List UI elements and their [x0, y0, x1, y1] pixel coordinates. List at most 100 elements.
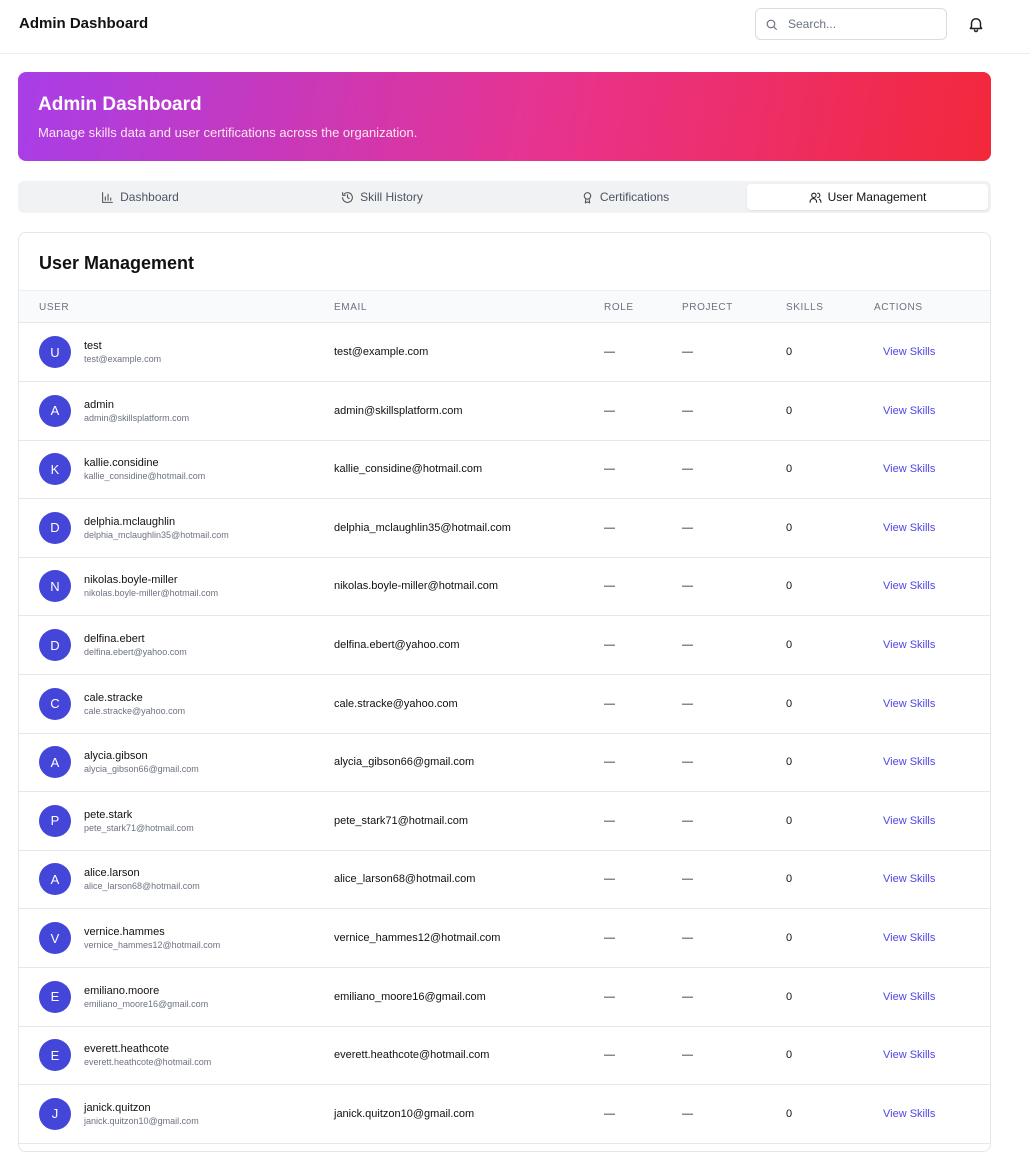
user-role: — — [604, 521, 615, 534]
view-skills-link[interactable]: View Skills — [883, 463, 935, 475]
user-sub-email: delfina.ebert@yahoo.com — [84, 647, 187, 657]
user-role: — — [604, 814, 615, 827]
user-name: delfina.ebert — [84, 633, 145, 645]
avatar: D — [39, 629, 71, 661]
user-sub-email: nikolas.boyle-miller@hotmail.com — [84, 588, 219, 599]
view-skills-link[interactable]: View Skills — [883, 1049, 935, 1061]
user-skills-count: 0 — [786, 404, 793, 417]
user-sub-email: test@example.com — [84, 354, 162, 364]
tab-dashboard[interactable]: Dashboard — [21, 184, 259, 210]
user-project: — — [682, 580, 693, 593]
user-name: nikolas.boyle-miller — [84, 574, 178, 587]
tab-label: Skill History — [360, 190, 423, 204]
avatar: A — [39, 394, 71, 427]
tab-certifications[interactable]: Certifications — [505, 184, 745, 210]
user-email: alycia_gibson66@gmail.com — [334, 756, 475, 769]
view-skills-link[interactable]: View Skills — [883, 815, 935, 827]
avatar: U — [39, 336, 71, 368]
avatar: J — [39, 1097, 71, 1130]
tab-label: Dashboard — [120, 190, 179, 204]
view-skills-link[interactable]: View Skills — [883, 698, 935, 710]
bar-chart-icon — [102, 191, 114, 203]
column-header-email: EMAIL — [334, 302, 368, 313]
user-sub-email: pete_stark71@hotmail.com — [84, 822, 194, 833]
user-sub-email: alice_larson68@hotmail.com — [84, 881, 200, 892]
user-role: — — [604, 990, 615, 1003]
user-role: — — [604, 404, 615, 417]
user-name: kallie.considine — [84, 457, 159, 470]
table-row: Kkallie.considine kallie_considine@hotmai… — [19, 440, 990, 500]
view-skills-link[interactable]: View Skills — [883, 405, 935, 417]
user-sub-email: kallie_considine@hotmail.com — [84, 471, 206, 482]
tab-skill-history[interactable]: Skill History — [262, 184, 502, 210]
user-name: alycia.gibson — [84, 750, 148, 763]
section-title: User Management — [39, 253, 195, 273]
user-role: — — [604, 1049, 615, 1062]
user-role: — — [604, 346, 615, 358]
view-skills-link[interactable]: View Skills — [883, 639, 935, 651]
user-skills-count: 0 — [786, 873, 793, 886]
search-input[interactable] — [788, 9, 938, 39]
view-skills-link[interactable]: View Skills — [883, 756, 935, 768]
user-sub-email: delphia_mclaughlin35@hotmail.com — [84, 529, 229, 540]
table-row: Eeverett.heathcote everett.heathcote@hotm… — [19, 1026, 990, 1086]
user-sub-email: admin@skillsplatform.com — [84, 412, 190, 423]
user-name: everett.heathcote — [84, 1043, 170, 1056]
user-skills-count: 0 — [786, 814, 793, 827]
column-header-user: USER — [39, 302, 70, 313]
user-skills-count: 0 — [786, 346, 793, 358]
column-header-actions: ACTIONS — [874, 302, 923, 313]
tab-user-management[interactable]: User Management — [747, 184, 988, 210]
user-role: — — [604, 873, 615, 886]
avatar: N — [39, 570, 71, 603]
table-header: USER EMAIL ROLE PROJECT SKILLS ACTIONS — [19, 290, 990, 323]
user-role: — — [604, 639, 615, 651]
table-row: Ccale.stracke cale.stracke@yahoo.com cale.… — [19, 675, 990, 734]
avatar: K — [39, 453, 71, 486]
user-name: vernice.hammes — [84, 926, 165, 938]
user-sub-email: janick.quitzon10@gmail.com — [84, 1115, 199, 1126]
user-skills-count: 0 — [786, 990, 793, 1003]
user-email: everett.heathcote@hotmail.com — [334, 1049, 490, 1062]
table-row: Vvernice.hammes vernice_hammes12@hotmail.… — [19, 909, 990, 968]
view-skills-link[interactable]: View Skills — [883, 873, 935, 885]
view-skills-link[interactable]: View Skills — [883, 932, 935, 944]
user-name: cale.stracke — [84, 691, 143, 704]
user-project: — — [682, 697, 693, 710]
user-name: admin — [84, 398, 114, 411]
hero-banner: Admin Dashboard Manage skills data and u… — [18, 72, 991, 161]
column-header-skills: SKILLS — [786, 302, 824, 313]
user-skills-count: 0 — [786, 932, 793, 944]
user-role: — — [604, 756, 615, 769]
bell-icon[interactable] — [967, 15, 985, 33]
user-skills-count: 0 — [786, 1107, 793, 1120]
banner-subtitle: Manage skills data and user certificatio… — [38, 125, 418, 140]
view-skills-link[interactable]: View Skills — [883, 346, 935, 358]
search-box[interactable] — [755, 8, 947, 40]
user-skills-count: 0 — [786, 697, 793, 710]
view-skills-link[interactable]: View Skills — [883, 991, 935, 1003]
user-role: — — [604, 580, 615, 593]
user-project: — — [682, 990, 693, 1003]
search-icon — [766, 19, 777, 30]
user-email: vernice_hammes12@hotmail.com — [334, 932, 501, 944]
banner-title: Admin Dashboard — [38, 94, 202, 115]
view-skills-link[interactable]: View Skills — [883, 1108, 935, 1120]
user-email: test@example.com — [334, 346, 429, 358]
user-project: — — [682, 814, 693, 827]
user-skills-count: 0 — [786, 521, 793, 534]
avatar: A — [39, 746, 71, 779]
user-sub-email: alycia_gibson66@gmail.com — [84, 764, 199, 775]
user-role: — — [604, 697, 615, 710]
user-name: janick.quitzon — [84, 1101, 151, 1114]
user-email: pete_stark71@hotmail.com — [334, 814, 469, 827]
tab-label: Certifications — [599, 190, 670, 204]
view-skills-link[interactable]: View Skills — [883, 580, 935, 592]
table-row: Utest test@example.com test@example.com — — 0… — [19, 323, 990, 382]
avatar: D — [39, 511, 71, 544]
table-row: Jjanick.quitzon janick.quitzon10@gmail.co… — [19, 1085, 990, 1144]
user-project: — — [682, 756, 693, 769]
user-sub-email: vernice_hammes12@hotmail.com — [84, 940, 221, 950]
user-email: emiliano_moore16@gmail.com — [334, 990, 486, 1003]
view-skills-link[interactable]: View Skills — [883, 522, 935, 534]
